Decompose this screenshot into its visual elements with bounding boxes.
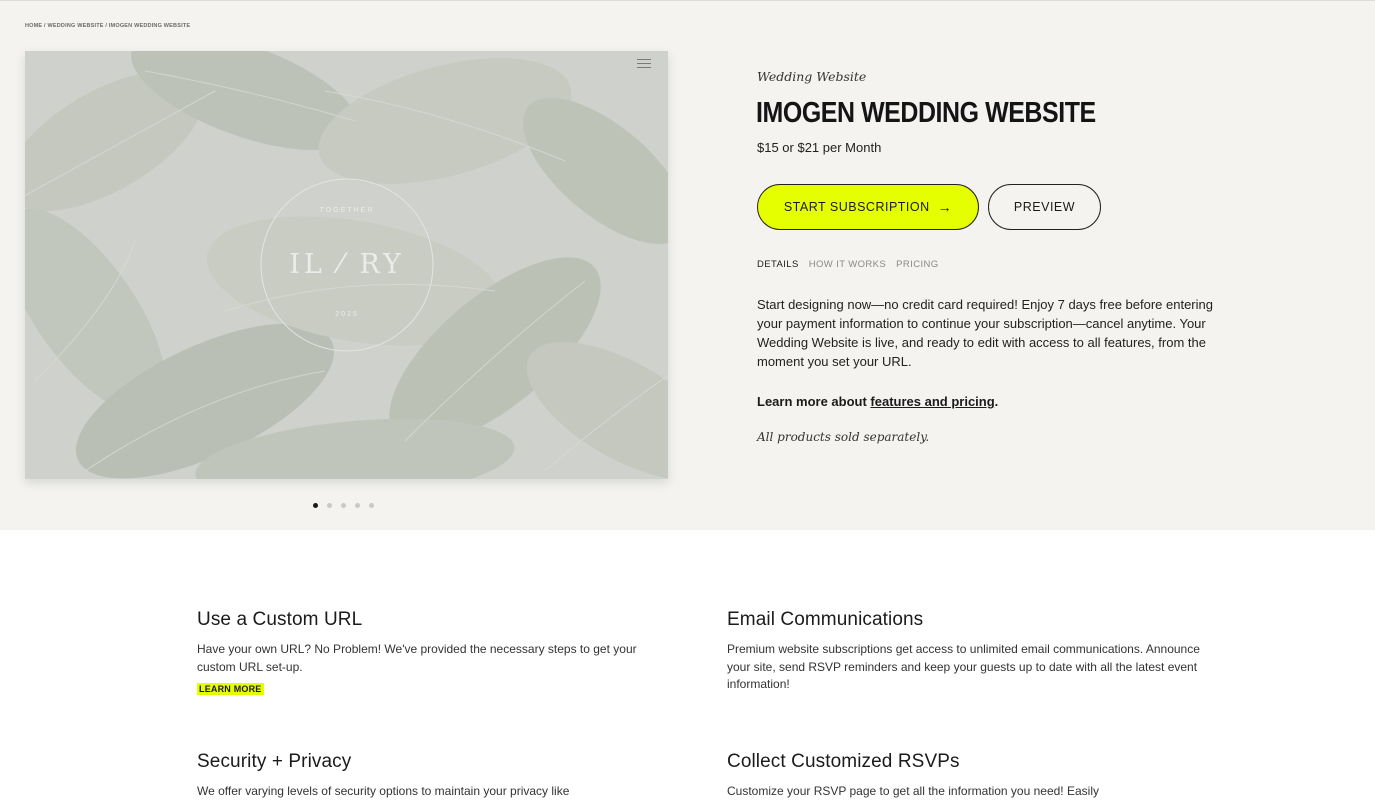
feature-body: Have your own URL? No Problem! We've pro… xyxy=(197,642,637,674)
preview-label: PREVIEW xyxy=(1013,200,1076,214)
tab-details[interactable]: DETAILS xyxy=(757,259,799,270)
features-pricing-link[interactable]: features and pricing xyxy=(870,394,994,409)
product-description: Start designing now—no credit card requi… xyxy=(757,297,1213,369)
gallery-pagination xyxy=(313,503,374,508)
gallery-dot[interactable] xyxy=(313,503,318,508)
learn-more-prefix: Learn more about xyxy=(757,394,871,409)
feature-title: Email Communications xyxy=(727,609,924,630)
product-price: $15 or $21 per Month xyxy=(757,140,882,155)
arrow-right-icon: → xyxy=(937,199,953,215)
seal-bottom-text: 2025 xyxy=(335,311,359,318)
learn-more-text: Learn more about features and pricing. xyxy=(757,394,998,409)
product-title: IMOGEN WEDDING WEBSITE xyxy=(756,97,1096,129)
seal-top-text: TOGETHER xyxy=(319,207,375,214)
product-tabs: DETAILS HOW IT WORKS PRICING xyxy=(757,259,939,270)
product-category: Wedding Website xyxy=(757,69,867,84)
learn-more-link[interactable]: LEARN MORE xyxy=(197,683,264,695)
gallery-dot[interactable] xyxy=(369,503,374,508)
monogram-seal: TOGETHER IL ⁄ RY 2025 xyxy=(261,179,433,351)
gallery-dot[interactable] xyxy=(327,503,332,508)
feature-security-privacy: Security + Privacy We offer varying leve… xyxy=(197,751,677,801)
feature-title: Use a Custom URL xyxy=(197,609,363,630)
feature-customized-rsvps: Collect Customized RSVPs Customize your … xyxy=(727,751,1207,801)
breadcrumb[interactable]: HOME / WEDDING WEBSITE / IMOGEN WEDDING … xyxy=(25,23,190,29)
feature-custom-url: Use a Custom URL Have your own URL? No P… xyxy=(197,609,677,697)
start-subscription-label: START SUBSCRIPTION xyxy=(783,200,930,214)
sold-separately-note: All products sold separately. xyxy=(757,430,930,444)
product-hero: HOME / WEDDING WEBSITE / IMOGEN WEDDING … xyxy=(0,1,1375,530)
product-image-gallery[interactable]: TOGETHER IL ⁄ RY 2025 xyxy=(25,51,668,479)
start-subscription-button[interactable]: START SUBSCRIPTION → xyxy=(757,184,979,230)
monogram-text: IL ⁄ RY xyxy=(289,249,405,280)
learn-more-suffix: . xyxy=(994,394,999,409)
feature-email-communications: Email Communications Premium website sub… xyxy=(727,609,1207,694)
feature-title: Collect Customized RSVPs xyxy=(727,751,960,772)
feature-body: Premium website subscriptions get access… xyxy=(727,642,1200,691)
preview-button[interactable]: PREVIEW xyxy=(988,184,1101,230)
gallery-dot[interactable] xyxy=(341,503,346,508)
gallery-dot[interactable] xyxy=(355,503,360,508)
tab-pricing[interactable]: PRICING xyxy=(896,259,938,270)
hamburger-menu-icon[interactable] xyxy=(637,59,651,68)
feature-body: Customize your RSVP page to get all the … xyxy=(727,784,1099,798)
feature-body: We offer varying levels of security opti… xyxy=(197,784,570,798)
tab-how-it-works[interactable]: HOW IT WORKS xyxy=(809,259,886,270)
feature-title: Security + Privacy xyxy=(197,751,352,772)
